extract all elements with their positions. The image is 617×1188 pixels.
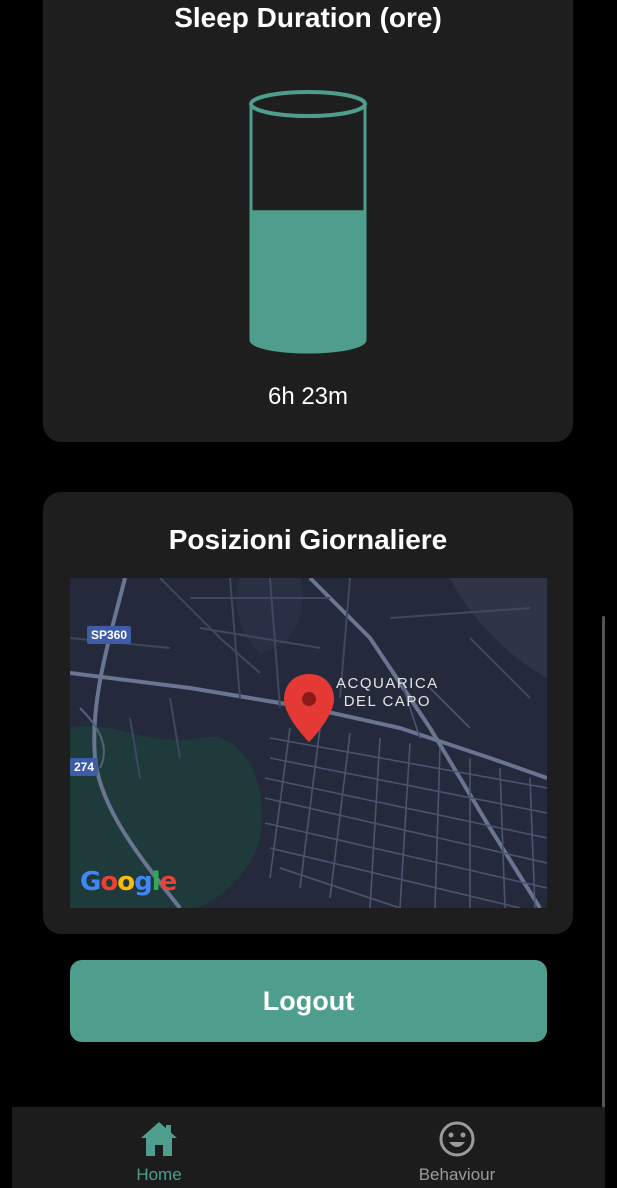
scrollbar[interactable] bbox=[602, 616, 605, 1108]
daily-positions-title: Posizioni Giornaliere bbox=[168, 524, 448, 555]
location-marker-icon[interactable] bbox=[284, 674, 334, 742]
screen: Sleep Duration (ore) 6h 23m Posizioni Gi… bbox=[0, 0, 617, 1188]
sleep-duration-card: Sleep Duration (ore) 6h 23m bbox=[43, 0, 573, 442]
sleep-duration-value: 6h 23m bbox=[267, 383, 349, 410]
sleep-glass-gauge bbox=[249, 90, 367, 354]
sleep-duration-title: Sleep Duration (ore) bbox=[174, 2, 442, 33]
daily-positions-card: Posizioni Giornaliere ACQUARICA DEL CAPO… bbox=[43, 492, 573, 934]
nav-label-home: Home bbox=[136, 1165, 182, 1184]
nav-item-behaviour[interactable]: Behaviour bbox=[357, 1107, 557, 1188]
road-shield-274: 274 bbox=[70, 758, 99, 776]
map-place-label-line2: DEL CAPO bbox=[343, 693, 431, 710]
home-icon bbox=[141, 1122, 177, 1156]
google-logo: Google bbox=[80, 867, 177, 897]
smiley-icon bbox=[439, 1121, 475, 1157]
map-streets bbox=[70, 578, 547, 908]
map-place-label: ACQUARICA DEL CAPO bbox=[336, 675, 439, 711]
map-place-label-line1: ACQUARICA bbox=[336, 675, 439, 692]
nav-item-home[interactable]: Home bbox=[59, 1107, 259, 1188]
logout-button[interactable]: Logout bbox=[70, 960, 547, 1042]
bottom-navigation: Home Behaviour bbox=[12, 1107, 605, 1188]
road-shield-sp360: SP360 bbox=[87, 626, 132, 644]
map-view[interactable]: ACQUARICA DEL CAPO SP360 274 Google bbox=[70, 578, 547, 908]
nav-label-behaviour: Behaviour bbox=[418, 1165, 496, 1184]
